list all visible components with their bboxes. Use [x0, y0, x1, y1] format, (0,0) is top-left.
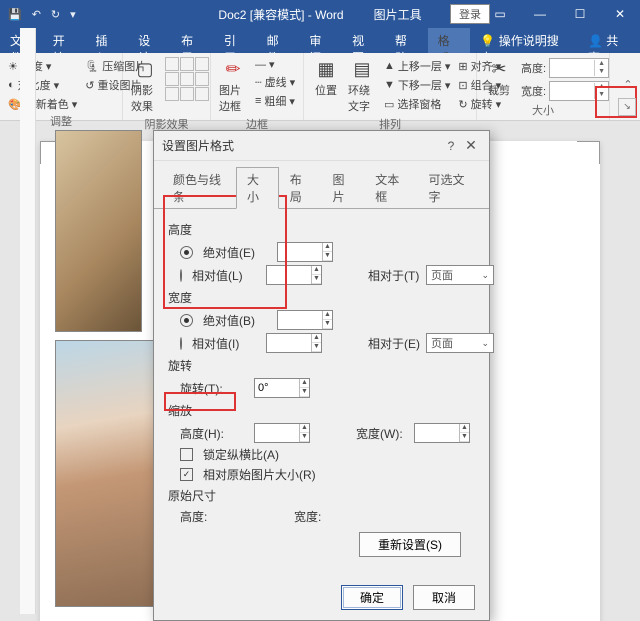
document-title: Doc2 [兼容模式] - Word — [218, 6, 343, 23]
scale-width-input[interactable]: ▲▼ — [414, 423, 470, 443]
tab-tellme[interactable]: 💡 操作说明搜索 — [470, 28, 576, 53]
position-button[interactable]: ▦位置 — [310, 57, 342, 100]
shadow-nudge[interactable] — [165, 57, 179, 71]
tab-layout[interactable]: 布局 — [171, 28, 214, 53]
tab-design[interactable]: 设计 — [128, 28, 171, 53]
inserted-photo-1[interactable] — [55, 130, 142, 332]
minimize-button[interactable]: — — [520, 0, 560, 28]
crop-button[interactable]: ✂裁剪 — [483, 57, 515, 100]
group-size: 大小 — [483, 102, 603, 118]
section-rotation: 旋转 — [168, 357, 475, 374]
annotation-height-width-inputs — [163, 195, 287, 309]
contextual-tab-label: 图片工具 — [374, 6, 422, 23]
dlg-tab-size[interactable]: 大小 — [236, 167, 279, 209]
ribbon-options-icon[interactable]: ▭ — [480, 0, 520, 28]
dlg-tab-picture[interactable]: 图片 — [322, 167, 365, 209]
qat-more-icon[interactable]: ▾ — [70, 8, 76, 21]
relative-original-checkbox[interactable] — [180, 468, 193, 481]
size-dialog-launcher[interactable]: ↘ — [618, 98, 636, 116]
scale-height-input[interactable]: ▲▼ — [254, 423, 310, 443]
redo-icon[interactable]: ↻ — [51, 8, 60, 21]
dialog-help-icon[interactable]: ? — [441, 139, 461, 153]
selection-pane[interactable]: ▭ 选择窗格 — [382, 95, 452, 113]
tab-mailings[interactable]: 邮件 — [257, 28, 300, 53]
section-origsize: 原始尺寸 — [168, 487, 475, 504]
ribbon: ☀ 亮度 ▾ ◐ 对比度 ▾ 🎨 重新着色 ▾ 🗜 压缩图片 ↺ 重设图片 调整… — [0, 53, 640, 121]
dialog-title: 设置图片格式 — [162, 137, 441, 154]
width-abs-input[interactable]: ▲▼ — [277, 310, 333, 330]
height-relto-combo[interactable]: 页面⌄ — [426, 265, 494, 285]
vertical-ruler — [20, 28, 36, 614]
undo-icon[interactable]: ↶ — [32, 8, 41, 21]
maximize-button[interactable]: ☐ — [560, 0, 600, 28]
radio-width-abs[interactable] — [180, 314, 193, 327]
tab-home[interactable]: 开始 — [43, 28, 86, 53]
tab-review[interactable]: 审阅 — [299, 28, 342, 53]
tab-references[interactable]: 引用 — [214, 28, 257, 53]
border-dash[interactable]: ┄ 虚线 ▾ — [253, 73, 297, 91]
lock-aspect-checkbox[interactable] — [180, 448, 193, 461]
radio-width-rel[interactable] — [180, 337, 182, 350]
tab-format[interactable]: 格式 — [428, 28, 471, 53]
rotation-input[interactable]: ▲▼ — [254, 378, 310, 398]
titlebar: 💾 ↶ ↻ ▾ Doc2 [兼容模式] - Word 图片工具 登录 ▭ — ☐… — [0, 0, 640, 28]
border-color[interactable]: — ▾ — [253, 57, 297, 72]
ok-button[interactable]: 确定 — [341, 585, 403, 610]
share-button[interactable]: 👤 共享 — [576, 28, 640, 53]
quick-access-toolbar: 💾 ↶ ↻ ▾ — [0, 8, 84, 21]
dlg-tab-alttext[interactable]: 可选文字 — [417, 167, 481, 209]
close-button[interactable]: ✕ — [600, 0, 640, 28]
reset-button[interactable]: 重新设置(S) — [359, 532, 461, 557]
bring-forward[interactable]: ▲ 上移一层 ▾ — [382, 57, 452, 75]
height-field[interactable]: 高度:▲▼ — [519, 57, 611, 79]
width-rel-input[interactable]: ▲▼ — [266, 333, 322, 353]
dialog-close-icon[interactable]: ✕ — [461, 137, 481, 154]
contrast-button[interactable]: ◐ 对比度 ▾ — [6, 76, 79, 94]
collapse-ribbon-icon[interactable]: ⌃ — [620, 78, 636, 94]
cancel-button[interactable]: 取消 — [413, 585, 475, 610]
send-backward[interactable]: ▼ 下移一层 ▾ — [382, 76, 452, 94]
tab-insert[interactable]: 插入 — [86, 28, 129, 53]
brightness-button[interactable]: ☀ 亮度 ▾ — [6, 57, 79, 75]
dlg-tab-textbox[interactable]: 文本框 — [364, 167, 417, 209]
recolor-button[interactable]: 🎨 重新着色 ▾ — [6, 95, 79, 113]
shadow-effect-button[interactable]: ▢阴影效果 — [129, 57, 161, 116]
border-weight[interactable]: ≡ 粗细 ▾ — [253, 92, 297, 110]
tab-view[interactable]: 视图 — [342, 28, 385, 53]
save-icon[interactable]: 💾 — [8, 8, 22, 21]
wrap-text-button[interactable]: ▤环绕文字 — [346, 57, 378, 116]
picture-border-button[interactable]: ✏图片边框 — [217, 57, 249, 116]
tab-help[interactable]: 帮助 — [385, 28, 428, 53]
width-relto-combo[interactable]: 页面⌄ — [426, 333, 494, 353]
annotation-lock-aspect — [164, 392, 236, 411]
ribbon-tabs: 文件 开始 插入 设计 布局 引用 邮件 审阅 视图 帮助 格式 💡 操作说明搜… — [0, 28, 640, 53]
margin-corner-tr — [577, 141, 600, 164]
